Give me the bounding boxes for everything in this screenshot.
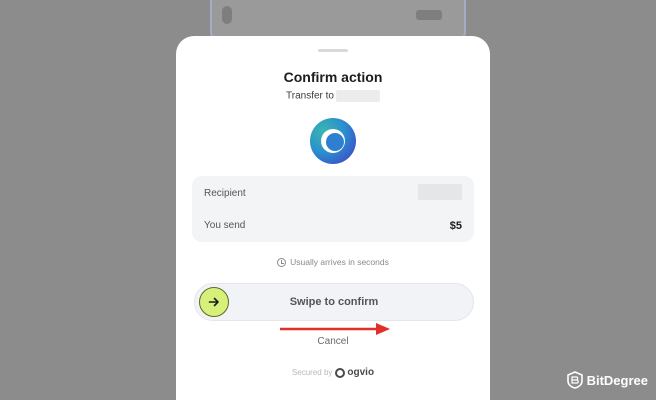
dialog-title: Confirm action [283,69,383,85]
cancel-button[interactable]: Cancel [176,336,490,347]
dialog-subtitle: Transfer to [176,90,490,102]
background-card-amount [416,10,442,20]
brand-name: ogvio [347,367,375,378]
bitdegree-watermark: BitDegree [566,371,648,389]
redacted-recipient-name [335,90,380,102]
sheet-drag-handle[interactable] [318,49,348,52]
redacted-recipient-value [418,184,462,200]
logo-crescent-cut [326,133,344,151]
swipe-label: Swipe to confirm [289,296,379,308]
send-row: You send $5 [204,220,462,232]
clock-icon [277,258,287,268]
secured-by-text: Secured by [291,368,333,377]
watermark-text: BitDegree [586,372,648,388]
background-card-icon [222,6,232,24]
arrival-note-text: Usually arrives in seconds [290,257,389,267]
red-arrow-icon [280,323,390,335]
ogvio-logo-icon [335,367,346,378]
subtitle-text: Transfer to [286,90,334,102]
confirm-sheet: Confirm action Transfer to Recipient You… [176,36,490,400]
transfer-details: Recipient You send $5 [192,176,474,242]
crescent-logo-icon [310,118,356,164]
send-value: $5 [449,220,462,232]
send-label: You send [204,220,246,231]
secured-by-footer: Secured by ogvio [176,367,490,378]
arrival-note: Usually arrives in seconds [176,257,490,268]
recipient-row: Recipient [204,184,462,200]
recipient-label: Recipient [204,188,246,199]
bitdegree-logo-icon [566,371,583,389]
swipe-to-confirm-slider[interactable]: Swipe to confirm [194,283,474,321]
